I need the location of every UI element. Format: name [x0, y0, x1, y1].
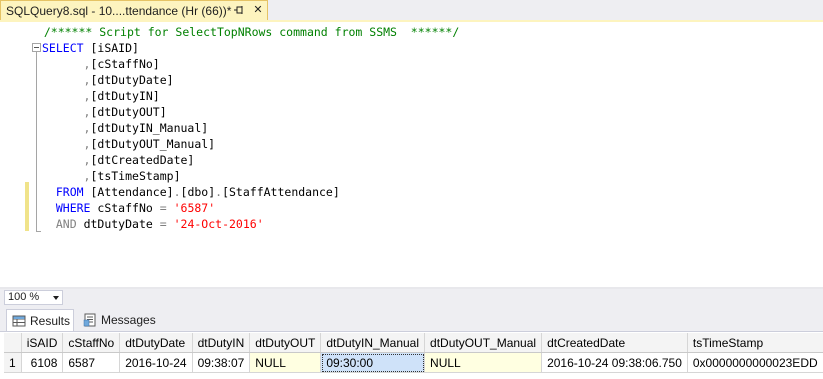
- tab-messages-label: Messages: [101, 313, 156, 327]
- outline-line: [36, 52, 37, 231]
- cell-isaid[interactable]: 6108: [21, 352, 64, 373]
- column-header[interactable]: cStaffNo: [62, 333, 121, 353]
- code-token-txt: [Attendance]: [83, 185, 174, 199]
- code-token-txt: [dtDutyIN]: [90, 89, 160, 103]
- collapse-icon[interactable]: [32, 43, 41, 52]
- code-token-txt: [StaffAttendance]: [222, 185, 340, 199]
- code-line[interactable]: ,[dtDutyDate]: [42, 72, 174, 88]
- code-token-kw: WHERE: [55, 201, 91, 215]
- code-token-txt: [cStaffNo]: [90, 57, 160, 71]
- results-table: iSAID cStaffNo dtDutyDate dtDutyIN dtDut…: [4, 333, 823, 373]
- column-header[interactable]: dtDutyOUT: [249, 333, 322, 353]
- column-header[interactable]: dtDutyDate: [119, 333, 193, 353]
- code-line[interactable]: ,[dtDutyIN]: [42, 88, 160, 104]
- code-token-txt: dtDutyDate: [76, 217, 160, 231]
- zoom-value: 100 %: [8, 291, 40, 303]
- tab-results[interactable]: Results: [6, 309, 74, 331]
- code-line[interactable]: ,[dtDutyOUT]: [42, 104, 167, 120]
- code-line[interactable]: ,[dtCreatedDate]: [42, 152, 195, 168]
- grid-icon: [12, 315, 26, 326]
- cell-dtcreateddate[interactable]: 2016-10-24 09:38:06.750: [541, 352, 688, 373]
- code-token-txt: [dtCreatedDate]: [90, 153, 195, 167]
- code-line[interactable]: ,[cStaffNo]: [42, 56, 160, 72]
- column-header[interactable]: iSAID: [21, 333, 64, 353]
- code-line[interactable]: WHERE cStaffNo = '6587': [42, 200, 215, 216]
- code-token-txt: cStaffNo: [90, 201, 160, 215]
- code-token-punct: AND: [55, 217, 77, 231]
- tab-results-label: Results: [30, 313, 71, 328]
- code-token-punct: =: [159, 217, 167, 231]
- code-line[interactable]: /****** Script for SelectTopNRows comman…: [30, 24, 459, 40]
- code-token-kw: SELECT: [42, 41, 84, 55]
- code-line[interactable]: FROM [Attendance].[dbo].[StaffAttendance…: [42, 184, 340, 200]
- cell-dtdutyout-manual[interactable]: NULL: [424, 352, 543, 373]
- outline-line-end: [36, 231, 41, 232]
- cell-dtdutyin[interactable]: 09:38:07: [192, 352, 251, 373]
- ssms-window: SQLQuery8.sql - 10....ttendance (Hr (66)…: [0, 0, 823, 379]
- column-header[interactable]: dtDutyOUT_Manual: [424, 333, 543, 353]
- zoom-bar: 100 %: [0, 289, 823, 306]
- code-line[interactable]: AND dtDutyDate = '24-Oct-2016': [42, 216, 264, 232]
- messages-icon: [83, 313, 96, 327]
- row-number[interactable]: 1: [4, 352, 22, 373]
- column-header[interactable]: dtDutyIN: [192, 333, 251, 353]
- code-line[interactable]: ,[dtDutyOUT_Manual]: [42, 136, 216, 152]
- document-tab-title: SQLQuery8.sql - 10....ttendance (Hr (66)…: [6, 3, 232, 18]
- code-token-txt: [iSAID]: [83, 41, 139, 55]
- query-editor[interactable]: /****** Script for SelectTopNRows comman…: [0, 22, 823, 287]
- document-tab-strip: SQLQuery8.sql - 10....ttendance (Hr (66)…: [0, 0, 823, 22]
- column-header[interactable]: dtCreatedDate: [541, 333, 688, 353]
- code-token-kw: FROM: [55, 185, 84, 199]
- corner-cell[interactable]: [4, 333, 22, 353]
- zoom-dropdown[interactable]: 100 %: [4, 290, 63, 305]
- code-line[interactable]: ,[dtDutyIN_Manual]: [42, 120, 209, 136]
- code-token-str: '6587': [173, 201, 216, 215]
- code-token-txt: [dtDutyOUT]: [90, 105, 167, 119]
- close-icon[interactable]: ✕: [251, 2, 265, 18]
- code-token-txt: [tsTimeStamp]: [90, 169, 181, 183]
- document-tab[interactable]: SQLQuery8.sql - 10....ttendance (Hr (66)…: [0, 0, 268, 20]
- column-header[interactable]: dtDutyIN_Manual: [320, 333, 426, 353]
- results-pane: Results Messages iSAID cStaffNo dtDutyDa…: [0, 306, 823, 379]
- pin-icon[interactable]: [233, 4, 245, 16]
- code-line[interactable]: SELECT [iSAID]: [42, 40, 139, 56]
- code-token-txt: [dbo]: [180, 185, 216, 199]
- header-row: iSAID cStaffNo dtDutyDate dtDutyIN dtDut…: [4, 333, 823, 353]
- code-token-punct: .: [173, 185, 181, 199]
- code-token-comment: /****** Script for SelectTopNRows comman…: [43, 25, 460, 39]
- tab-messages[interactable]: Messages: [78, 309, 158, 331]
- code-token-txt: [dtDutyDate]: [90, 73, 174, 87]
- code-line[interactable]: ,[tsTimeStamp]: [42, 168, 181, 184]
- cell-dtdutyout[interactable]: NULL: [249, 352, 322, 373]
- cell-cstaffno[interactable]: 6587: [62, 352, 121, 373]
- results-grid[interactable]: iSAID cStaffNo dtDutyDate dtDutyIN dtDut…: [0, 331, 823, 379]
- code-token-str: '24-Oct-2016': [173, 217, 264, 231]
- table-row[interactable]: 1 6108 6587 2016-10-24 09:38:07 NULL 09:…: [4, 352, 823, 373]
- code-token-txt: [dtDutyOUT_Manual]: [90, 137, 216, 151]
- cell-dtdutydate[interactable]: 2016-10-24: [119, 352, 193, 373]
- change-tracking-bar: [25, 182, 29, 231]
- chevron-down-icon[interactable]: [53, 296, 59, 300]
- cell-tstimestamp[interactable]: 0x0000000000023EDD: [687, 352, 823, 373]
- cell-dtdutyin-manual[interactable]: 09:30:00: [320, 352, 426, 373]
- code-token-punct: =: [159, 201, 167, 215]
- column-header[interactable]: tsTimeStamp: [687, 333, 823, 353]
- code-token-txt: [dtDutyIN_Manual]: [90, 121, 209, 135]
